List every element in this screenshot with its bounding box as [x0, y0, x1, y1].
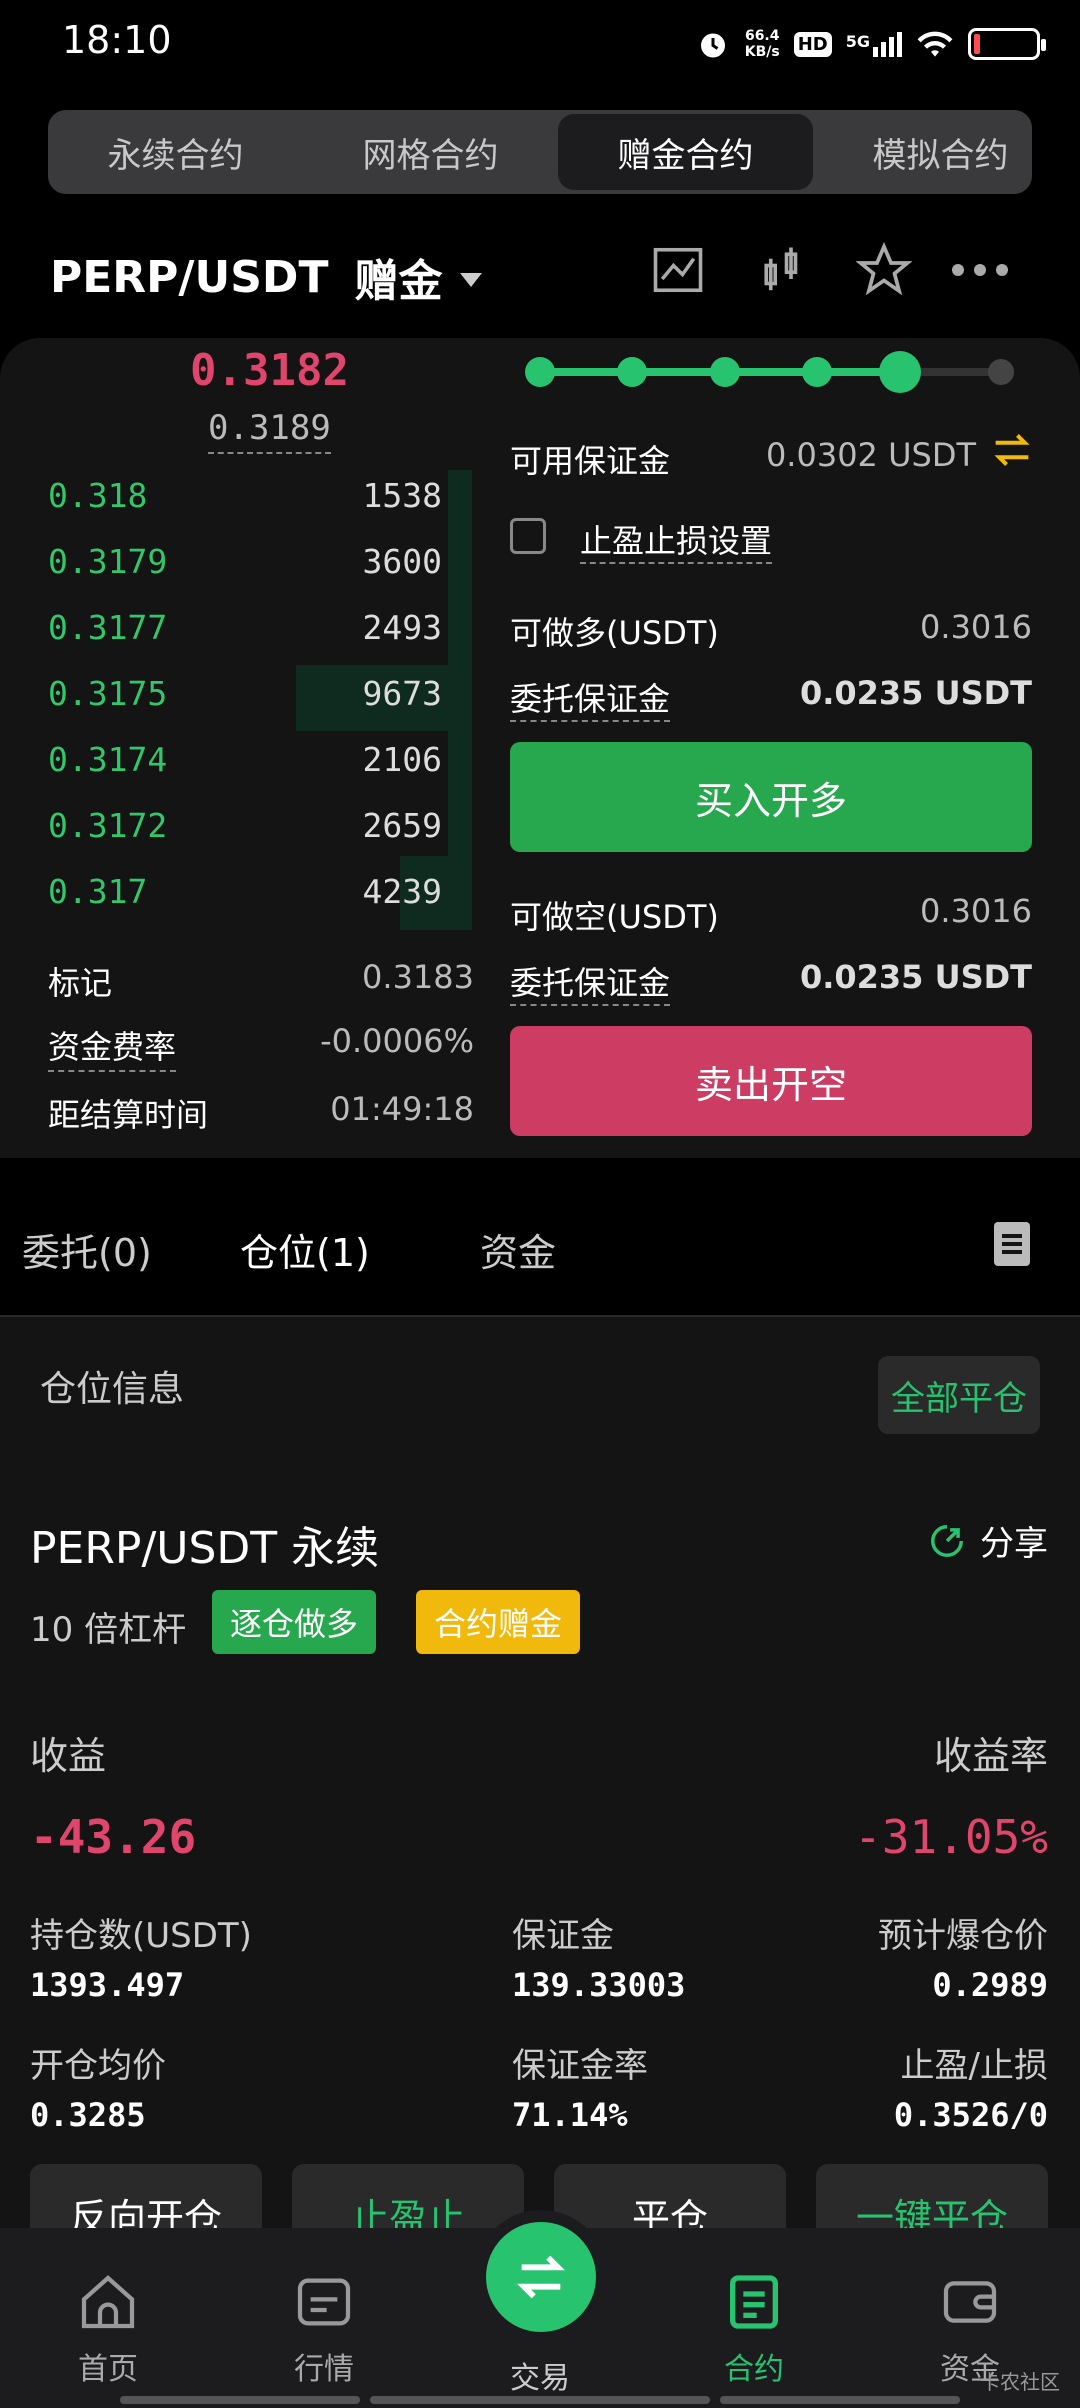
mark-row: 标记 0.3183: [48, 958, 474, 1002]
battery-icon: [968, 28, 1046, 60]
share-icon: [931, 1524, 963, 1557]
orderbook-row[interactable]: 0.3175 9673: [48, 674, 442, 730]
buy-open-long-button[interactable]: 买入开多: [510, 742, 1032, 852]
orderbook-row[interactable]: 0.3179 3600: [48, 542, 442, 598]
position-symbol[interactable]: PERP/USDT 永续: [30, 1512, 379, 1576]
nav-home[interactable]: 首页: [38, 2270, 178, 2388]
slider-stop[interactable]: [802, 357, 832, 387]
long-margin-label[interactable]: 委托保证金: [510, 674, 671, 722]
margin-rate-label: 保证金率: [512, 2046, 648, 2086]
slider-handle[interactable]: [879, 351, 921, 393]
entry-price-label: 开仓均价: [30, 2046, 166, 2086]
more-icon[interactable]: [948, 238, 1012, 302]
available-margin-value: 0.0302 USDT: [765, 436, 976, 474]
transfer-icon[interactable]: [990, 430, 1034, 474]
last-price: 0.3182: [190, 345, 349, 396]
short-margin-label[interactable]: 委托保证金: [510, 958, 671, 1006]
system-nav-bar: [370, 2396, 710, 2404]
slider-stop[interactable]: [617, 357, 647, 387]
margin-rate-value: 71.14%: [512, 2096, 628, 2134]
hd-badge: HD: [793, 31, 832, 57]
long-available-label: 可做多(USDT): [510, 614, 719, 652]
orderbook-row[interactable]: 0.3177 2493: [48, 608, 442, 664]
watermark: 卡农社区: [980, 2370, 1060, 2394]
liquidation-price-label: 预计爆仓价: [878, 1916, 1048, 1956]
trade-button[interactable]: [486, 2222, 596, 2332]
pnl-rate-label: 收益率: [933, 1734, 1048, 1778]
funding-rate-row[interactable]: 资金费率 -0.0006%: [48, 1022, 474, 1072]
short-available-value: 0.3016: [920, 892, 1032, 930]
share-button[interactable]: 分享: [928, 1516, 1048, 1565]
contract-icon: [730, 2275, 778, 2329]
home-icon: [81, 2275, 135, 2329]
slider-stop[interactable]: [525, 357, 555, 387]
tab-positions[interactable]: 仓位(1): [240, 1222, 370, 1277]
orderbook-row[interactable]: 0.3174 2106: [48, 740, 442, 796]
caret-down-icon: [460, 273, 483, 287]
system-nav-bar: [720, 2396, 960, 2404]
short-margin-value: 0.0235 USDT: [799, 958, 1032, 996]
system-nav-bar: [120, 2396, 360, 2404]
nav-contract[interactable]: 合约: [684, 2270, 824, 2388]
tab-grid[interactable]: 网格合约: [303, 110, 558, 194]
tpsl-summary-value: 0.3526/0: [893, 2096, 1048, 2134]
pair-mode: 赠金: [354, 256, 443, 307]
slider-stop[interactable]: [710, 357, 740, 387]
isolated-long-tag: 逐仓做多: [212, 1590, 377, 1654]
status-bar: 18:10 66.4 KB/s HD 5G: [0, 0, 1080, 90]
market-icon: [297, 2278, 351, 2326]
tpsl-checkbox[interactable]: [510, 518, 546, 554]
tpsl-summary-label: 止盈/止损: [900, 2046, 1048, 2086]
chart-icon[interactable]: [646, 238, 710, 302]
orderbook-row[interactable]: 0.318 1538: [48, 476, 442, 532]
tab-bonus[interactable]: 赠金合约: [558, 114, 813, 190]
position-info-title: 仓位信息: [40, 1369, 185, 1410]
tab-perpetual[interactable]: 永续合约: [48, 110, 303, 194]
tab-orders[interactable]: 委托(0): [22, 1222, 152, 1277]
mark-price[interactable]: 0.3189: [208, 408, 331, 454]
nav-market[interactable]: 行情: [254, 2270, 394, 2388]
settlement-time-row: 距结算时间 01:49:18: [48, 1090, 474, 1134]
wifi-icon: [917, 31, 953, 57]
nav-trade-label[interactable]: 交易: [510, 2353, 570, 2397]
available-margin-label: 可用保证金: [510, 442, 671, 480]
entry-price-value: 0.3285: [30, 2096, 146, 2134]
pnl-label: 收益: [30, 1734, 107, 1778]
liquidation-price-value: 0.2989: [932, 1966, 1048, 2004]
size-label: 持仓数(USDT): [30, 1916, 252, 1956]
wallet-icon: [943, 2281, 997, 2323]
close-all-button[interactable]: 全部平仓: [878, 1356, 1040, 1434]
tab-funds[interactable]: 资金: [480, 1222, 556, 1277]
signal-icon: 5G: [846, 31, 902, 57]
tab-demo[interactable]: 模拟合约: [813, 110, 1032, 194]
short-available-label: 可做空(USDT): [510, 898, 719, 936]
status-icons: 66.4 KB/s HD 5G: [695, 22, 1046, 66]
net-speed: 66.4 KB/s: [744, 28, 780, 60]
orderbook-row[interactable]: 0.317 4239: [48, 872, 442, 928]
contract-type-tabs: 永续合约 网格合约 赠金合约 模拟合约: [48, 110, 1032, 194]
long-available-value: 0.3016: [920, 608, 1032, 646]
swap-icon: [517, 2255, 565, 2299]
long-margin-value: 0.0235 USDT: [799, 674, 1032, 712]
alarm-icon: [700, 33, 725, 58]
pnl-value: -43.26: [30, 1810, 197, 1864]
star-icon[interactable]: [852, 238, 916, 302]
sell-open-short-button[interactable]: 卖出开空: [510, 1026, 1032, 1136]
records-icon[interactable]: [994, 1222, 1030, 1270]
pnl-rate-value: -31.05%: [854, 1810, 1048, 1864]
status-time: 18:10: [62, 18, 172, 62]
candlestick-icon[interactable]: [750, 238, 814, 302]
bonus-tag: 合约赠金: [416, 1590, 581, 1654]
tpsl-label[interactable]: 止盈止损设置: [580, 516, 773, 564]
size-value: 1393.497: [30, 1966, 185, 2004]
slider-stop[interactable]: [988, 359, 1014, 385]
margin-label: 保证金: [512, 1916, 614, 1956]
pair-selector[interactable]: PERP/USDT 赠金: [50, 245, 483, 309]
leverage-label: 10 倍杠杆: [30, 1610, 187, 1650]
pair-symbol: PERP/USDT: [50, 251, 329, 303]
margin-value: 139.33003: [512, 1966, 686, 2004]
orderbook-row[interactable]: 0.3172 2659: [48, 806, 442, 862]
